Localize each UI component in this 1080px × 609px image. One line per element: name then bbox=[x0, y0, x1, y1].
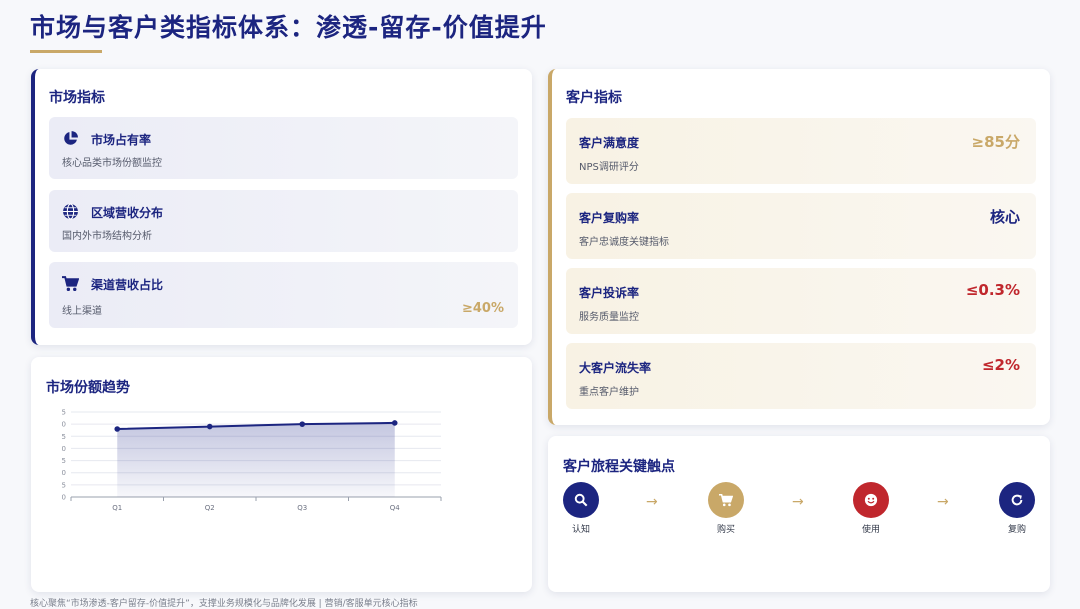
customer-item-desc: 重点客户维护 bbox=[579, 387, 639, 398]
customer-item-desc: NPS调研评分 bbox=[579, 162, 639, 173]
x-tick-label: Q1 bbox=[112, 504, 122, 512]
customer-item-desc: 服务质量监控 bbox=[579, 312, 639, 323]
journey-step-label: 购买 bbox=[716, 525, 735, 535]
market-item-desc: 国内外市场结构分析 bbox=[62, 231, 152, 242]
arrow-right-icon: → bbox=[646, 494, 658, 510]
x-tick-label: Q2 bbox=[205, 504, 215, 512]
arrow-right-icon: → bbox=[937, 494, 949, 510]
y-tick-label: 10 bbox=[61, 469, 66, 477]
search-icon bbox=[563, 482, 599, 518]
customer-card-title: 客户指标 bbox=[566, 90, 622, 106]
y-tick-label: 0 bbox=[62, 494, 66, 502]
y-tick-label: 15 bbox=[61, 457, 66, 465]
journey-step-awareness: 认知 bbox=[551, 482, 611, 535]
cart-icon bbox=[708, 482, 744, 518]
journey-step-usage: 使用 bbox=[841, 482, 901, 535]
y-tick-label: 20 bbox=[61, 445, 66, 453]
customer-item-complaint: 客户投诉率 服务质量监控 ≤0.3% bbox=[566, 268, 1036, 334]
customer-journey-card: 客户旅程关键触点 认知 → 购买 → 使用 → 复购 bbox=[548, 436, 1050, 592]
customer-item-name: 客户投诉率 bbox=[579, 286, 640, 300]
smile-icon bbox=[853, 482, 889, 518]
data-point bbox=[114, 426, 121, 432]
journey-step-purchase: 购买 bbox=[696, 482, 756, 535]
market-item-share: 市场占有率 核心品类市场份额监控 bbox=[49, 117, 518, 179]
trend-card-title: 市场份额趋势 bbox=[46, 380, 130, 396]
market-item-name: 市场占有率 bbox=[91, 133, 152, 147]
market-item-name: 区域营收分布 bbox=[91, 206, 164, 220]
customer-item-churn: 大客户流失率 重点客户维护 ≤2% bbox=[566, 343, 1036, 409]
x-tick-label: Q4 bbox=[390, 504, 401, 512]
customer-item-value: ≤0.3% bbox=[965, 281, 1020, 299]
customer-item-repurchase: 客户复购率 客户忠诚度关键指标 核心 bbox=[566, 193, 1036, 259]
journey-step-label: 使用 bbox=[861, 525, 880, 535]
market-indicators-card: 市场指标 市场占有率 核心品类市场份额监控 区域营收分布 国内外市场结构分析 渠… bbox=[31, 69, 532, 345]
market-card-title: 市场指标 bbox=[49, 90, 105, 106]
page-title: 市场与客户类指标体系：渗透-留存-价值提升 bbox=[30, 13, 547, 42]
journey-step-label: 认知 bbox=[571, 525, 590, 535]
customer-item-name: 大客户流失率 bbox=[579, 361, 652, 375]
y-tick-label: 25 bbox=[61, 433, 66, 441]
arrow-right-icon: → bbox=[792, 494, 804, 510]
market-trend-card: 市场份额趋势 0 5 10 15 20 25 30 35 Q1 Q2 Q3 Q4 bbox=[31, 357, 532, 592]
market-item-desc: 核心品类市场份额监控 bbox=[62, 158, 162, 169]
market-item-channel: 渠道营收占比 线上渠道 ≥40% bbox=[49, 262, 518, 328]
footer-note: 核心聚焦“市场渗透-客户留存-价值提升”，支撑业务规模化与品牌化发展 | 营销/… bbox=[30, 599, 418, 609]
journey-step-label: 复购 bbox=[1007, 525, 1026, 535]
x-tick-label: Q3 bbox=[297, 504, 307, 512]
globe-icon bbox=[62, 203, 79, 220]
data-point bbox=[299, 421, 306, 427]
customer-item-name: 客户满意度 bbox=[579, 136, 640, 150]
journey-card-title: 客户旅程关键触点 bbox=[563, 459, 675, 475]
refresh-icon bbox=[999, 482, 1035, 518]
y-tick-label: 30 bbox=[61, 421, 66, 429]
journey-step-repurchase: 复购 bbox=[987, 482, 1047, 535]
data-point bbox=[391, 420, 398, 426]
data-point bbox=[206, 423, 213, 430]
market-item-name: 渠道营收占比 bbox=[91, 278, 164, 292]
customer-item-value: ≥85分 bbox=[971, 133, 1020, 151]
customer-indicators-card: 客户指标 客户满意度 NPS调研评分 ≥85分 客户复购率 客户忠诚度关键指标 … bbox=[548, 69, 1050, 425]
market-item-value: ≥40% bbox=[461, 301, 504, 316]
y-tick-label: 5 bbox=[62, 481, 66, 489]
customer-item-desc: 客户忠诚度关键指标 bbox=[579, 237, 669, 248]
market-item-region: 区域营收分布 国内外市场结构分析 bbox=[49, 190, 518, 252]
series-area bbox=[117, 422, 395, 497]
market-share-chart: 0 5 10 15 20 25 30 35 Q1 Q2 Q3 Q4 bbox=[61, 409, 442, 512]
cart-icon bbox=[62, 275, 80, 292]
customer-item-name: 客户复购率 bbox=[579, 211, 640, 225]
y-tick-label: 35 bbox=[61, 409, 66, 417]
customer-item-satisfaction: 客户满意度 NPS调研评分 ≥85分 bbox=[566, 118, 1036, 184]
market-item-desc: 线上渠道 bbox=[62, 306, 102, 317]
customer-item-value: 核心 bbox=[989, 208, 1020, 226]
pie-chart-icon bbox=[62, 130, 79, 147]
title-underline bbox=[30, 50, 102, 53]
customer-item-value: ≤2% bbox=[981, 356, 1020, 374]
